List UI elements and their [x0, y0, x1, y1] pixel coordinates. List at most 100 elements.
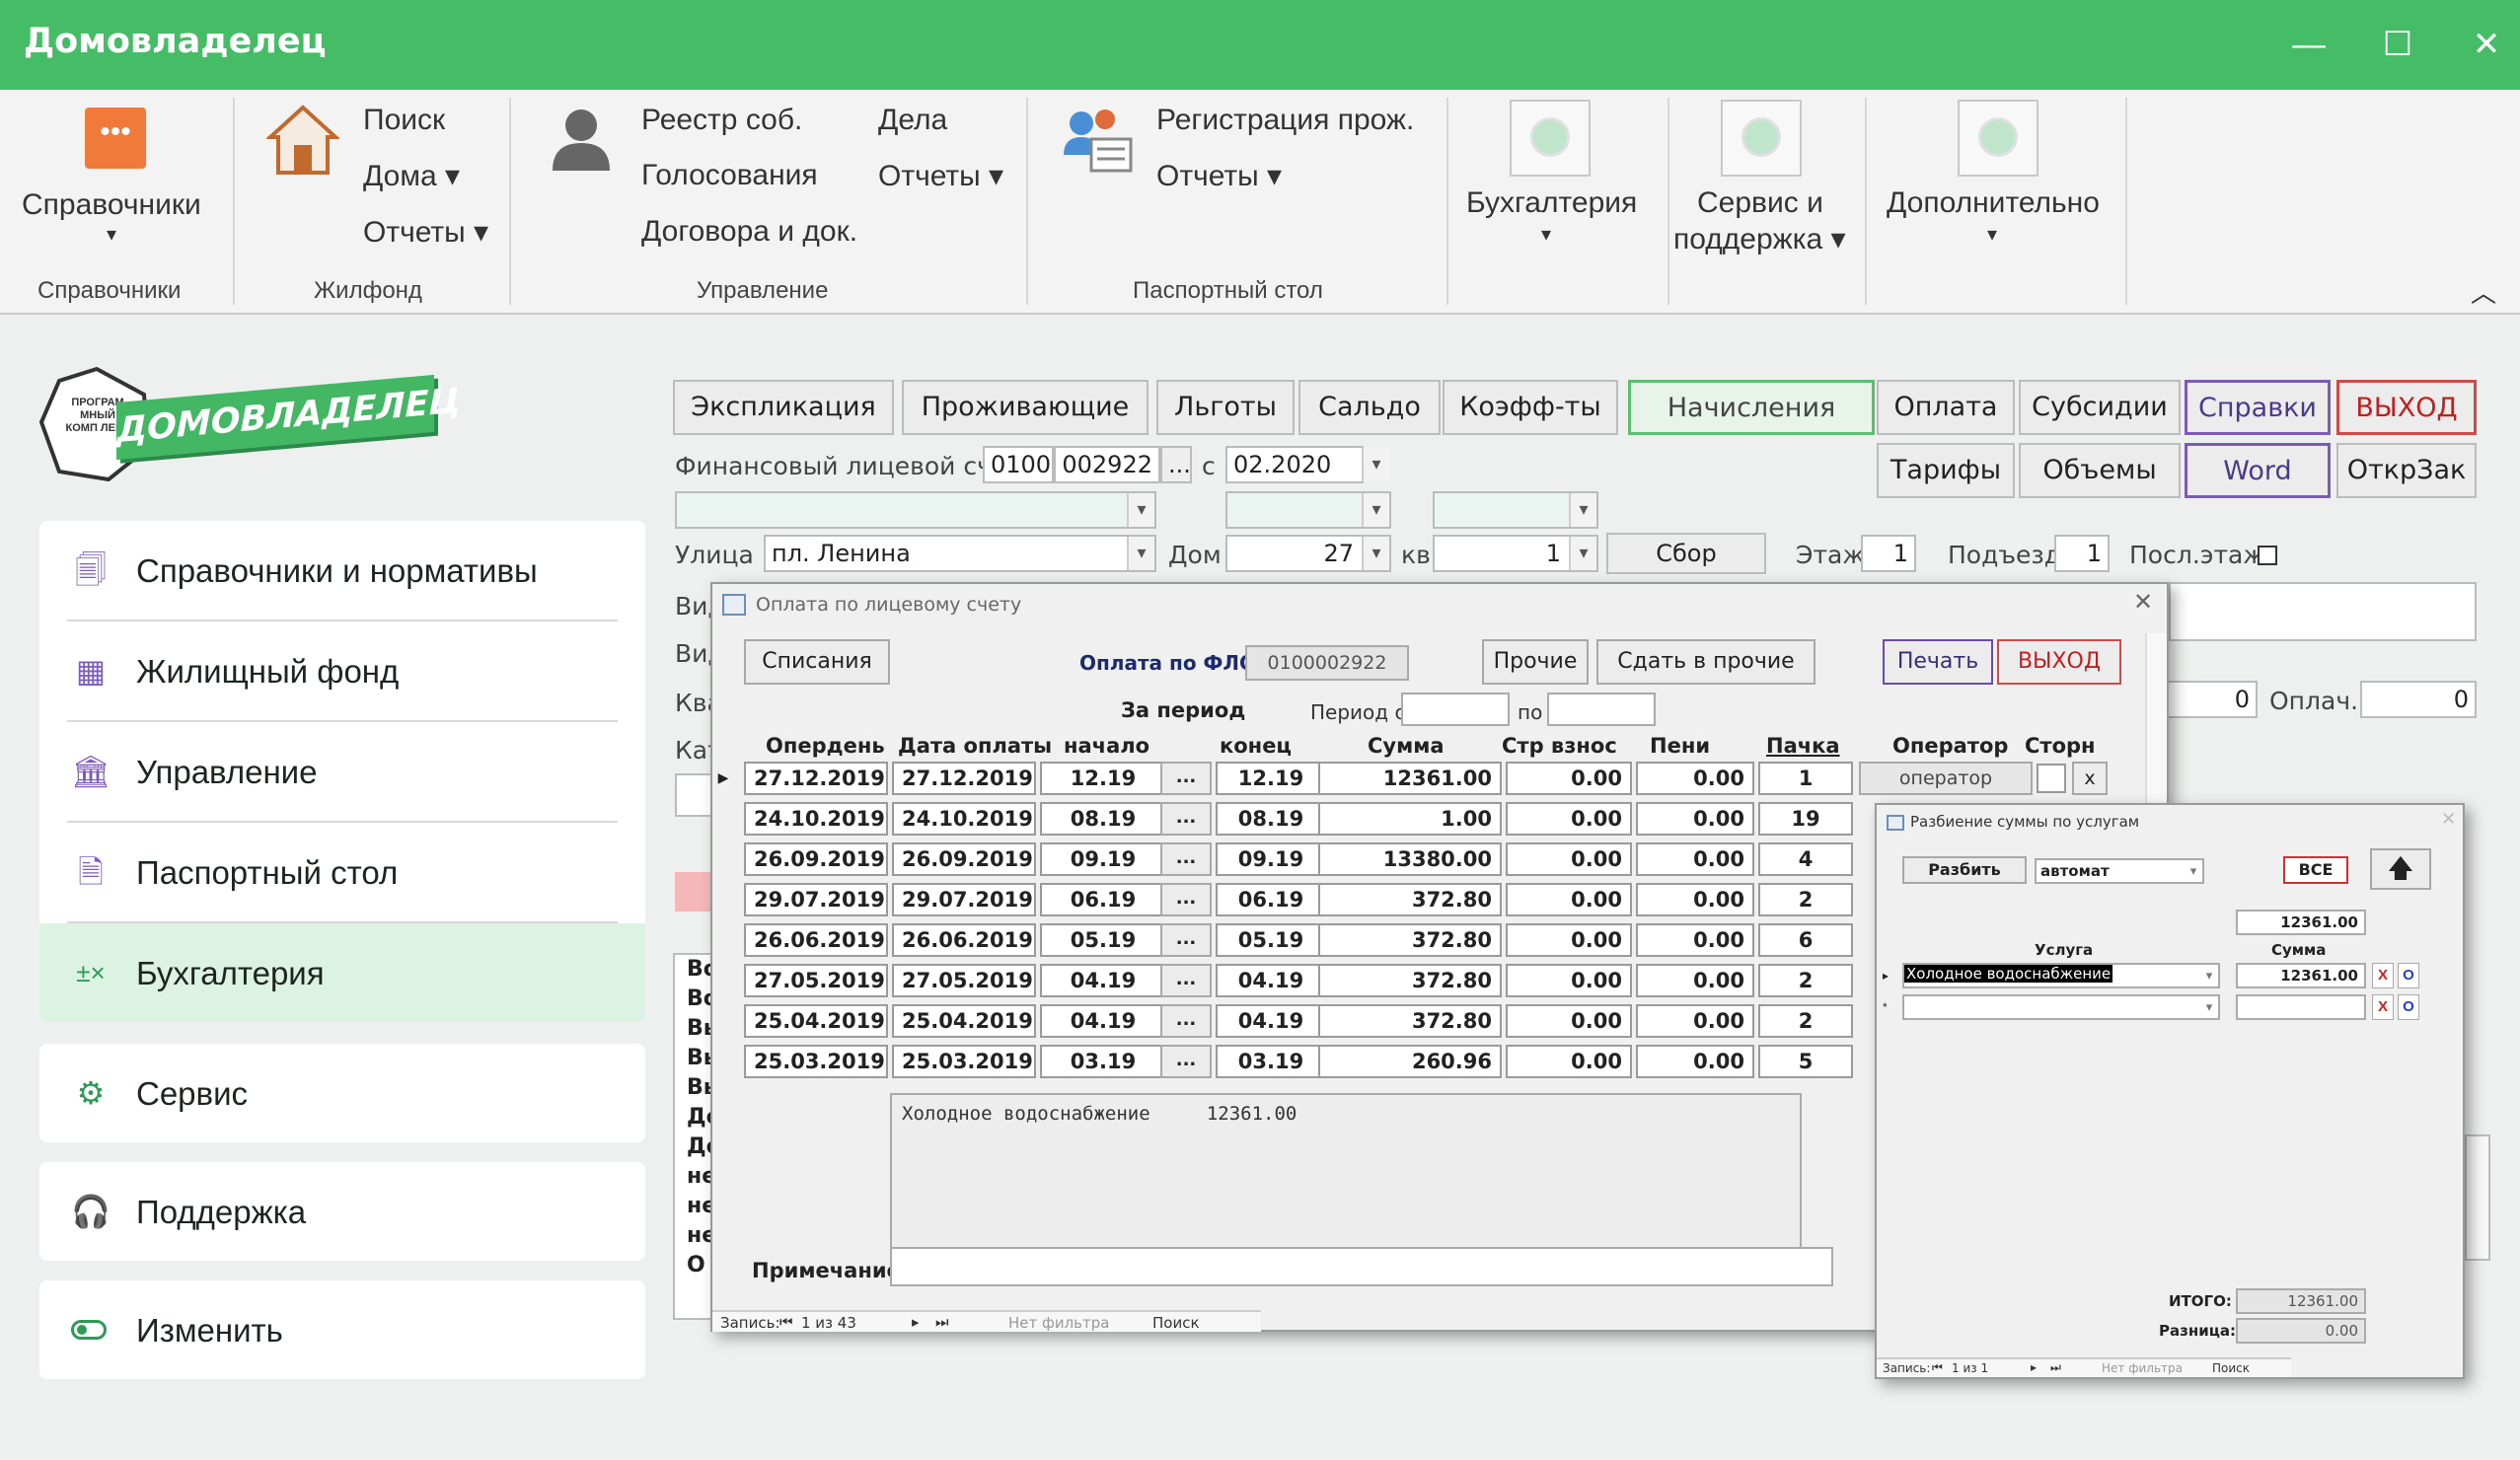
- table-cell[interactable]: 29.07.2019: [744, 883, 888, 916]
- ok-row-button[interactable]: O: [2398, 994, 2419, 1020]
- table-cell[interactable]: 25.03.2019: [892, 1045, 1036, 1078]
- person-icon[interactable]: [549, 106, 614, 175]
- table-cell[interactable]: 26.06.2019: [744, 923, 888, 957]
- remove-row-button[interactable]: X: [2372, 994, 2394, 1020]
- table-cell[interactable]: 372.80: [1318, 883, 1502, 916]
- fls-part2-field[interactable]: 002922: [1054, 446, 1160, 483]
- ribbon-voting[interactable]: Голосования: [641, 159, 818, 192]
- all-button[interactable]: ВСЕ: [2283, 856, 2348, 884]
- table-cell[interactable]: 0.00: [1506, 762, 1632, 795]
- chevron-down-icon[interactable]: ▾: [1569, 493, 1596, 527]
- close-icon[interactable]: ✕: [2457, 20, 2516, 69]
- dialog-exit-button[interactable]: ВЫХОД: [1997, 639, 2121, 685]
- word-button[interactable]: Word: [2185, 443, 2331, 498]
- table-cell[interactable]: ...: [1160, 923, 1212, 957]
- chevron-down-icon[interactable]: ▾: [1987, 222, 1997, 247]
- filter-status[interactable]: Нет фильтра: [2102, 1361, 2183, 1375]
- col-batch[interactable]: Пачка: [1766, 734, 1840, 758]
- submit-to-other-button[interactable]: Сдать в прочие: [1596, 639, 1816, 685]
- sidebar-item-support[interactable]: 🎧 Поддержка: [39, 1162, 645, 1261]
- combo-empty-1[interactable]: [675, 491, 1156, 529]
- other-button[interactable]: Прочие: [1482, 639, 1589, 685]
- chevron-down-icon[interactable]: ▾: [1569, 537, 1596, 570]
- table-cell[interactable]: 0.00: [1636, 1045, 1754, 1078]
- ribbon-cases[interactable]: Дела: [878, 104, 947, 137]
- house-icon[interactable]: [266, 104, 339, 175]
- first-record-icon[interactable]: ⏮: [1932, 1360, 1943, 1375]
- table-row[interactable]: 27.12.2019 27.12.2019 12.19... 12.19 12361.0…: [712, 760, 1857, 797]
- table-cell[interactable]: 372.80: [1318, 964, 1502, 997]
- sidebar-item-service[interactable]: ⚙ Сервис: [39, 1044, 645, 1142]
- table-cell[interactable]: 26.09.2019: [892, 842, 1036, 876]
- table-cell[interactable]: 04.19: [1040, 964, 1166, 997]
- chevron-down-icon[interactable]: ▾: [107, 222, 116, 247]
- operator-button[interactable]: оператор: [1859, 762, 2033, 795]
- chevron-down-icon[interactable]: ▾: [1362, 448, 1389, 481]
- next-record-icon[interactable]: ▸: [2031, 1360, 2037, 1374]
- table-row[interactable]: 27.05.2019 27.05.2019 04.19... 04.19 372.80 0…: [712, 962, 1857, 999]
- table-cell[interactable]: 0.00: [1636, 762, 1754, 795]
- minimize-icon[interactable]: —: [2279, 20, 2338, 69]
- table-cell[interactable]: 25.04.2019: [744, 1004, 888, 1038]
- service-select[interactable]: Холодное водоснабжение: [1902, 963, 2220, 988]
- table-cell[interactable]: 19: [1758, 802, 1853, 836]
- sidebar-item-accounting[interactable]: ±× Бухгалтерия: [39, 923, 645, 1022]
- amount-field-new[interactable]: [2236, 994, 2366, 1020]
- tab-tariffs[interactable]: Тарифы: [1877, 443, 2015, 498]
- exit-button[interactable]: ВЫХОД: [2336, 380, 2477, 435]
- category-field[interactable]: [675, 773, 714, 817]
- table-cell[interactable]: 03.19: [1216, 1045, 1326, 1078]
- ribbon-sprav-label[interactable]: Справочники: [22, 188, 201, 222]
- table-cell[interactable]: 1: [1758, 762, 1853, 795]
- table-cell[interactable]: 12361.00: [1318, 762, 1502, 795]
- table-cell[interactable]: 12.19: [1216, 762, 1326, 795]
- filter-status[interactable]: Нет фильтра: [1008, 1314, 1109, 1332]
- table-row[interactable]: 25.03.2019 25.03.2019 03.19... 03.19 260.96 0…: [712, 1043, 1857, 1080]
- table-cell[interactable]: 25.03.2019: [744, 1045, 888, 1078]
- table-cell[interactable]: 26.06.2019: [892, 923, 1036, 957]
- delete-button[interactable]: x: [2072, 762, 2108, 795]
- table-cell[interactable]: 0.00: [1636, 883, 1754, 916]
- table-cell[interactable]: 05.19: [1040, 923, 1166, 957]
- table-cell[interactable]: 08.19: [1040, 802, 1166, 836]
- tab-benefits[interactable]: Льготы: [1156, 380, 1295, 435]
- table-cell[interactable]: 0.00: [1636, 842, 1754, 876]
- next-record-icon[interactable]: ▸: [912, 1313, 920, 1331]
- table-cell[interactable]: 04.19: [1216, 1004, 1326, 1038]
- open-close-button[interactable]: ОткрЗак: [2336, 443, 2477, 498]
- last-record-icon[interactable]: ⏭: [935, 1313, 949, 1331]
- last-record-icon[interactable]: ⏭: [2050, 1360, 2061, 1375]
- arrow-up-icon[interactable]: 🡅: [2370, 848, 2431, 890]
- tab-payment[interactable]: Оплата: [1877, 380, 2015, 435]
- table-cell[interactable]: ...: [1160, 802, 1212, 836]
- table-cell[interactable]: 25.04.2019: [892, 1004, 1036, 1038]
- period-field[interactable]: 02.2020: [1225, 446, 1364, 483]
- table-cell[interactable]: ...: [1160, 1004, 1212, 1038]
- ribbon-reports[interactable]: Отчеты ▾: [363, 215, 488, 250]
- period-from-field[interactable]: [1401, 693, 1510, 726]
- ribbon-registry[interactable]: Реестр соб.: [641, 104, 802, 137]
- main-scrollbar[interactable]: [2465, 1134, 2490, 1261]
- table-cell[interactable]: 24.10.2019: [892, 802, 1036, 836]
- fls-part1-field[interactable]: 0100: [983, 446, 1054, 483]
- ribbon-search[interactable]: Поиск: [363, 104, 445, 137]
- table-cell[interactable]: 27.12.2019: [744, 762, 888, 795]
- table-cell[interactable]: 12.19: [1040, 762, 1166, 795]
- table-cell[interactable]: ...: [1160, 964, 1212, 997]
- table-cell[interactable]: 13380.00: [1318, 842, 1502, 876]
- chevron-down-icon[interactable]: ▾: [2185, 860, 2202, 882]
- table-cell[interactable]: 26.09.2019: [744, 842, 888, 876]
- table-cell[interactable]: 0.00: [1506, 1045, 1632, 1078]
- amount-field[interactable]: 12361.00: [2236, 963, 2366, 988]
- table-row[interactable]: 29.07.2019 29.07.2019 06.19... 06.19 372.80 0…: [712, 881, 1857, 918]
- table-cell[interactable]: 2: [1758, 964, 1853, 997]
- table-cell[interactable]: 6: [1758, 923, 1853, 957]
- service-button[interactable]: [1721, 100, 1802, 177]
- paid-field[interactable]: 0: [2360, 681, 2477, 718]
- sidebar-item-reference[interactable]: 🗐 Справочники и нормативы: [39, 521, 645, 620]
- ribbon-contracts[interactable]: Договора и док.: [641, 215, 857, 249]
- split-button[interactable]: Разбить: [1902, 856, 2027, 884]
- search-field[interactable]: Поиск: [1152, 1314, 1200, 1332]
- info-field[interactable]: [2169, 582, 2477, 641]
- sidebar-item-change[interactable]: Изменить: [39, 1280, 645, 1379]
